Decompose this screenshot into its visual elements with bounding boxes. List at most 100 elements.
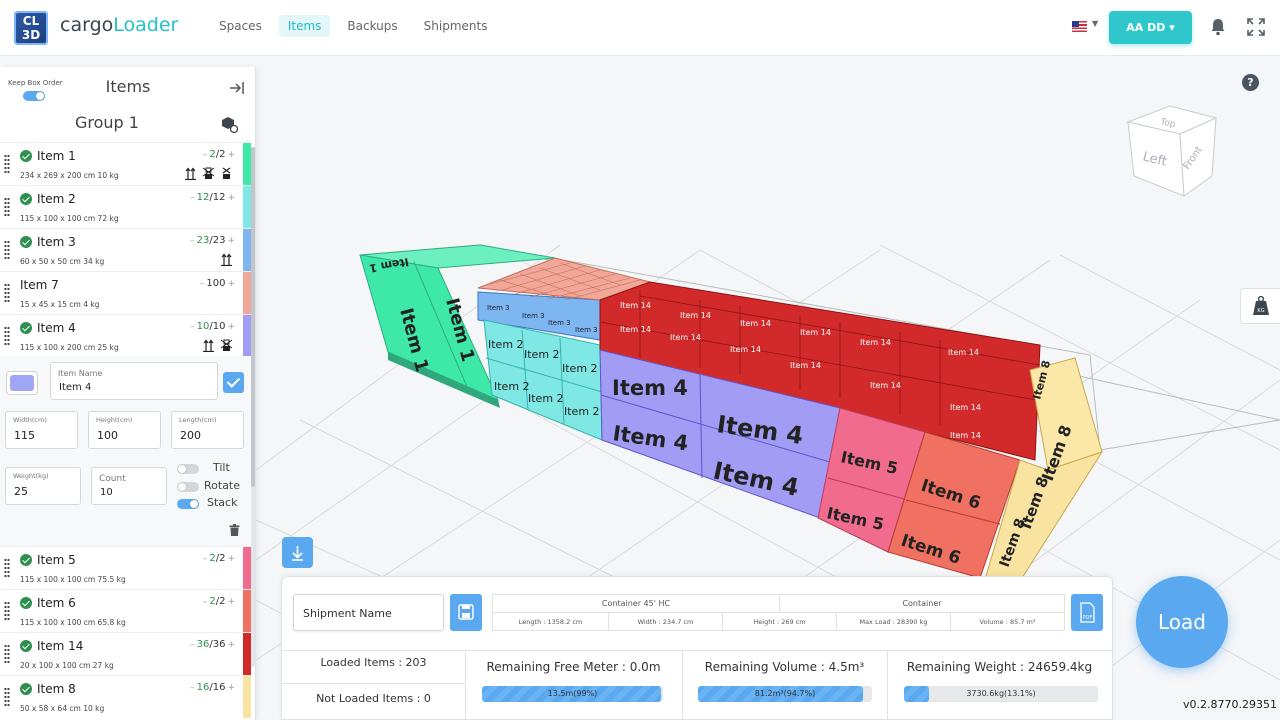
plus-icon[interactable]: + xyxy=(227,640,235,650)
trash-icon[interactable] xyxy=(229,524,240,536)
item-constraint-icons xyxy=(184,167,233,180)
drag-handle-icon[interactable] xyxy=(4,154,10,174)
minus-icon[interactable]: – xyxy=(203,554,208,564)
item-name: Item 1 xyxy=(37,149,76,163)
count-field[interactable]: Count 10 xyxy=(91,467,167,505)
scroll-down-button[interactable] xyxy=(282,537,313,568)
width-field[interactable]: Width(cm) 115 xyxy=(5,411,78,449)
item-color-strip xyxy=(243,315,251,357)
app-logo[interactable]: CL 3D xyxy=(14,11,48,45)
item-row-8[interactable]: Item 8 50 x 58 x 64 cm 10 kg –16/16 + xyxy=(0,675,251,718)
nav-backups[interactable]: Backups xyxy=(338,15,406,37)
drag-handle-icon[interactable] xyxy=(4,644,10,664)
item-row-14[interactable]: Item 14 20 x 100 x 100 cm 27 kg –36/36 + xyxy=(0,632,251,675)
plus-icon[interactable]: + xyxy=(227,554,235,564)
length-field[interactable]: Length(cm) 200 xyxy=(171,411,244,449)
save-shipment-button[interactable] xyxy=(450,594,482,631)
plus-icon[interactable]: + xyxy=(227,193,235,203)
drag-handle-icon[interactable] xyxy=(4,283,10,303)
this-side-up-icon xyxy=(185,167,196,180)
item-color-picker[interactable] xyxy=(6,371,38,395)
item-name-field[interactable]: Item Name Item 4 xyxy=(50,362,218,400)
item-row-2[interactable]: Item 2 115 x 100 x 100 cm 72 kg –12/12 + xyxy=(0,185,251,228)
weight-field[interactable]: Weight(kg) 25 xyxy=(5,467,81,505)
item-color-swatch xyxy=(10,375,34,391)
stack-toggle[interactable] xyxy=(177,499,199,509)
drag-handle-icon[interactable] xyxy=(4,240,10,260)
minus-icon[interactable]: – xyxy=(190,193,195,203)
minus-icon[interactable]: – xyxy=(190,683,195,693)
minus-icon[interactable]: – xyxy=(190,640,195,650)
plus-icon[interactable]: + xyxy=(227,683,235,693)
nav-shipments[interactable]: Shipments xyxy=(415,15,497,37)
plus-icon[interactable]: + xyxy=(227,597,235,607)
drag-handle-icon[interactable] xyxy=(4,601,10,621)
container-length: Length : 1358.2 cm xyxy=(518,618,583,626)
item-row-1[interactable]: Item 1 234 x 269 x 200 cm 10 kg –2/2 + xyxy=(0,142,251,185)
item-total-count: /2 xyxy=(215,596,226,607)
check-icon xyxy=(20,683,32,695)
item-row-5[interactable]: Item 5 115 x 100 x 100 cm 75.5 kg –2/2 + xyxy=(0,546,251,589)
info-divider xyxy=(282,650,1112,651)
minus-icon[interactable]: – xyxy=(200,279,205,289)
main-nav: Spaces Items Backups Shipments xyxy=(210,15,496,37)
minus-icon[interactable]: – xyxy=(190,322,195,332)
item-total-count: /12 xyxy=(209,192,226,203)
height-label: Height(cm) xyxy=(96,416,133,424)
nav-spaces[interactable]: Spaces xyxy=(210,15,271,37)
nav-items[interactable]: Items xyxy=(278,15,331,37)
panel-scrollbar[interactable] xyxy=(251,147,255,667)
svg-text:Item 14: Item 14 xyxy=(680,311,711,320)
plus-icon[interactable]: + xyxy=(227,322,235,332)
tilt-toggle[interactable] xyxy=(177,464,199,474)
item-loaded-count: 16 xyxy=(196,682,210,693)
svg-text:Item 3: Item 3 xyxy=(522,312,545,320)
shipment-name-input[interactable]: Shipment Name xyxy=(293,594,444,631)
item-row-4[interactable]: Item 4 115 x 100 x 200 cm 25 kg –10/10 + xyxy=(0,314,251,357)
item-color-strip xyxy=(243,143,251,185)
item-dims: 50 x 58 x 64 cm 10 kg xyxy=(20,704,105,713)
pdf-export-button[interactable]: PDF xyxy=(1071,594,1103,631)
minus-icon[interactable]: – xyxy=(203,597,208,607)
drag-handle-icon[interactable] xyxy=(4,326,10,346)
kg-icon[interactable]: KG xyxy=(1240,288,1280,324)
check-icon xyxy=(20,193,32,205)
remaining-weight: Remaining Weight : 24659.4kg xyxy=(906,660,1093,674)
user-menu-button[interactable]: AA DD ▾ xyxy=(1109,11,1192,44)
weight-text: 3730.6kg(13.1%) xyxy=(966,689,1036,698)
group-settings-icon[interactable] xyxy=(220,115,238,133)
save-icon xyxy=(458,604,474,620)
fragile-icon xyxy=(222,167,231,179)
collapse-panel-icon[interactable] xyxy=(228,79,246,97)
apply-checkbox[interactable] xyxy=(223,372,244,393)
item-loaded-count: 12 xyxy=(196,192,210,203)
box-item-2-stack[interactable]: Item 2 Item 2 Item 2 Item 2 Item 2 Item … xyxy=(483,319,603,441)
bell-icon[interactable] xyxy=(1210,18,1226,36)
not-loaded-items: Not Loaded Items : 0 xyxy=(316,692,431,705)
language-flag-icon[interactable] xyxy=(1072,21,1087,32)
svg-text:Item 14: Item 14 xyxy=(948,348,979,357)
item-row-3[interactable]: Item 3 60 x 50 x 50 cm 34 kg –23/23 + xyxy=(0,228,251,271)
help-icon[interactable]: ? xyxy=(1242,74,1259,91)
view-cube[interactable]: Top Left Front xyxy=(1126,105,1218,197)
load-button[interactable]: Load xyxy=(1136,576,1228,668)
tilt-label: Tilt xyxy=(213,461,230,474)
minus-icon[interactable]: – xyxy=(203,150,208,160)
item-color-strip xyxy=(243,547,251,589)
item-row-7[interactable]: Item 7 15 x 45 x 15 cm 4 kg –100 + xyxy=(0,271,251,314)
item-edit-form: Item Name Item 4 Width(cm) 115 Height(cm… xyxy=(0,356,251,546)
minus-icon[interactable]: – xyxy=(190,236,195,246)
plus-icon[interactable]: + xyxy=(227,279,235,289)
rotate-toggle[interactable] xyxy=(177,482,199,492)
volume-text: 81.2m³(94.7%) xyxy=(754,689,816,698)
height-field[interactable]: Height(cm) 100 xyxy=(88,411,161,449)
fullscreen-icon[interactable] xyxy=(1246,17,1266,37)
plus-icon[interactable]: + xyxy=(227,150,235,160)
drag-handle-icon[interactable] xyxy=(4,197,10,217)
svg-text:Item 14: Item 14 xyxy=(790,361,821,370)
drag-handle-icon[interactable] xyxy=(4,687,10,707)
language-caret-icon[interactable]: ▼ xyxy=(1092,19,1098,28)
item-row-6[interactable]: Item 6 115 x 100 x 100 cm 65.8 kg –2/2 + xyxy=(0,589,251,632)
drag-handle-icon[interactable] xyxy=(4,558,10,578)
plus-icon[interactable]: + xyxy=(227,236,235,246)
